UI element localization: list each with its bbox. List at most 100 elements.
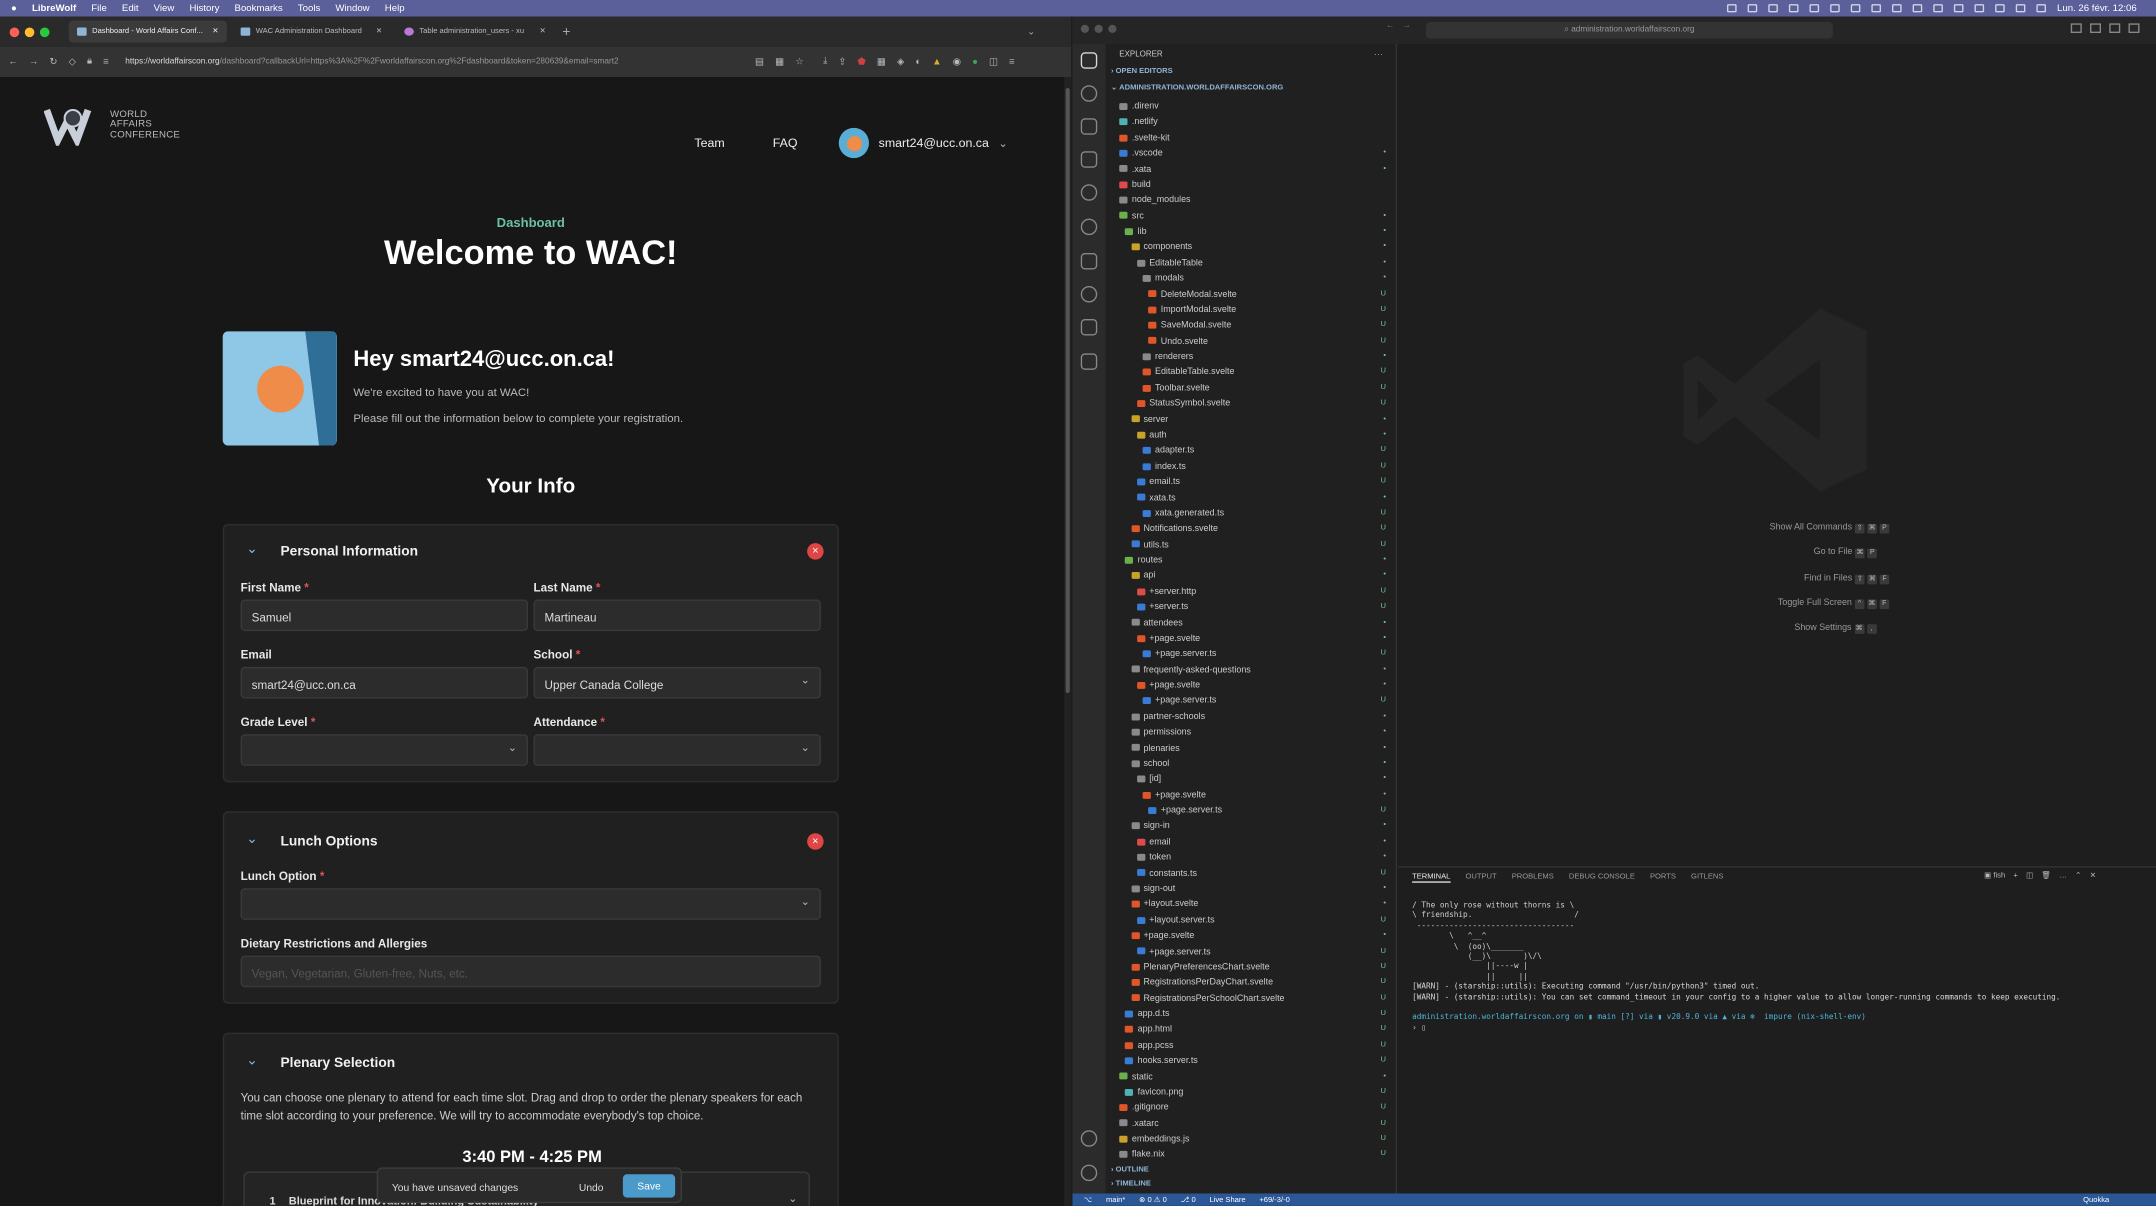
tree-item[interactable]: .vscode • xyxy=(1106,146,1398,161)
tree-item[interactable]: +page.server.ts U xyxy=(1106,694,1398,709)
status-icon[interactable] xyxy=(1995,4,2005,13)
tree-item[interactable]: embeddings.js U xyxy=(1106,1132,1398,1147)
status-icon[interactable] xyxy=(1933,4,1943,13)
search-icon[interactable] xyxy=(1080,85,1098,102)
browser-tab-admin[interactable]: WAC Administration Dashboard ✕ xyxy=(232,21,390,43)
close-window-button[interactable] xyxy=(1080,24,1089,33)
tab-close-icon[interactable]: ✕ xyxy=(212,28,218,36)
tree-item[interactable]: Undo.svelte U xyxy=(1106,334,1398,349)
zoom-window-button[interactable] xyxy=(1108,24,1117,33)
comments-icon[interactable] xyxy=(1080,353,1098,370)
status-icon[interactable] xyxy=(1727,4,1737,13)
shortcut-item[interactable]: Toggle Full Screen ^ ⌘ F xyxy=(1778,598,2053,609)
back-icon[interactable]: ← xyxy=(8,57,18,67)
tree-item[interactable]: index.ts U xyxy=(1106,459,1398,474)
extensions-icon[interactable]: ◫ xyxy=(989,56,998,68)
git-diff-stats[interactable]: +69/-3/-0 xyxy=(1259,1196,1289,1204)
tree-item[interactable]: sign-out • xyxy=(1106,881,1398,896)
tree-item[interactable]: [id] • xyxy=(1106,772,1398,787)
toggle-sidebar-icon[interactable] xyxy=(2070,23,2082,33)
tree-item[interactable]: PlenaryPreferencesChart.svelte U xyxy=(1106,960,1398,975)
shield-icon[interactable]: ◇ xyxy=(69,56,76,68)
tree-item[interactable]: app.d.ts U xyxy=(1106,1007,1398,1022)
status-icon[interactable] xyxy=(1788,4,1799,13)
tree-item[interactable]: +layout.svelte • xyxy=(1106,897,1398,912)
tree-item[interactable]: RegistrationsPerDayChart.svelte U xyxy=(1106,975,1398,990)
gear-icon[interactable] xyxy=(1080,1164,1098,1182)
status-icon[interactable] xyxy=(1953,4,1964,13)
tab-terminal[interactable]: TERMINAL xyxy=(1412,873,1451,883)
extensions-grid-icon[interactable]: ▦ xyxy=(877,56,886,68)
status-icon[interactable] xyxy=(1747,4,1758,13)
tree-item[interactable]: xata.generated.ts U xyxy=(1106,506,1398,521)
tree-item[interactable]: .gitignore U xyxy=(1106,1100,1398,1115)
terminal-output[interactable]: / The only rose without thorns is \ \ fri… xyxy=(1412,902,2141,1034)
extension-icon[interactable]: ◈ xyxy=(897,56,904,68)
problems-count[interactable]: ⊗ 0 ⚠ 0 xyxy=(1139,1196,1167,1204)
shortcut-item[interactable]: Find in Files ⇧ ⌘ F xyxy=(1804,573,2079,584)
qr-icon[interactable]: ▦ xyxy=(775,56,784,68)
menu-edit[interactable]: Edit xyxy=(122,3,139,13)
shortcut-item[interactable]: Show All Commands ⇧ ⌘ P xyxy=(1770,523,2045,534)
anchor-icon[interactable] xyxy=(1080,184,1098,201)
tab-gitlens[interactable]: GITLENS xyxy=(1691,873,1723,883)
more-actions-icon[interactable]: … xyxy=(1374,48,1384,58)
tree-item[interactable]: flake.nix U xyxy=(1106,1147,1398,1162)
apple-icon[interactable]: ● xyxy=(11,3,17,13)
shortcut-item[interactable]: Show Settings ⌘, xyxy=(1794,623,2069,635)
collapse-chevron-icon[interactable]: ⌄ xyxy=(246,832,258,847)
chevron-down-icon[interactable]: ⌄ xyxy=(788,1192,797,1204)
status-icon[interactable] xyxy=(1912,4,1923,13)
share-icon[interactable]: ⇪ xyxy=(838,56,846,68)
tree-item[interactable]: token • xyxy=(1106,850,1398,865)
tree-item[interactable]: auth • xyxy=(1106,428,1398,443)
tree-item[interactable]: EditableTable • xyxy=(1106,255,1398,270)
tree-item[interactable]: RegistrationsPerSchoolChart.svelte U xyxy=(1106,991,1398,1006)
shortcut-item[interactable]: Go to File ⌘ P xyxy=(1814,548,2089,559)
wac-logo[interactable]: WORLD AFFAIRS CONFERENCE xyxy=(44,105,180,146)
extensions-icon[interactable] xyxy=(1080,151,1098,168)
first-name-input[interactable]: Samuel xyxy=(240,599,528,632)
status-icon[interactable] xyxy=(1974,4,1985,13)
tree-item[interactable]: .xatarc U xyxy=(1106,1116,1398,1131)
extension-icon[interactable]: ◉ xyxy=(953,56,961,68)
tree-item[interactable]: app.html U xyxy=(1106,1022,1398,1037)
tree-item[interactable]: Toolbar.svelte U xyxy=(1106,381,1398,396)
tab-debug-console[interactable]: DEBUG CONSOLE xyxy=(1569,873,1635,883)
tree-item[interactable]: +layout.server.ts U xyxy=(1106,913,1398,928)
tree-item[interactable]: modals • xyxy=(1106,271,1398,286)
remove-section-button[interactable]: × xyxy=(807,543,824,560)
extension-icon[interactable]: ▲ xyxy=(932,57,942,67)
school-select[interactable]: Upper Canada College ⌄ xyxy=(533,666,821,699)
remote-icon[interactable]: ⌥ xyxy=(1084,1196,1093,1204)
new-tab-icon[interactable]: + xyxy=(562,24,570,39)
tree-item[interactable]: sign-in • xyxy=(1106,819,1398,834)
tree-item[interactable]: node_modules xyxy=(1106,193,1398,208)
grade-level-select[interactable]: ⌄ xyxy=(240,734,528,766)
tab-close-icon[interactable]: ✕ xyxy=(376,28,382,36)
tree-item[interactable]: +page.svelte • xyxy=(1106,631,1398,646)
new-terminal-icon[interactable]: + xyxy=(2013,872,2017,880)
minimize-window-button[interactable] xyxy=(24,26,35,37)
browser-tab-table[interactable]: Table administration_users - xu ✕ xyxy=(396,21,554,43)
status-icon[interactable] xyxy=(1850,4,1861,13)
dietary-input[interactable]: Vegan, Vegetarian, Gluten-free, Nuts, et… xyxy=(240,955,821,988)
tree-item[interactable]: +page.server.ts U xyxy=(1106,803,1398,818)
tree-item[interactable]: DeleteModal.svelte U xyxy=(1106,287,1398,302)
tab-close-icon[interactable]: ✕ xyxy=(540,28,546,36)
tree-item[interactable]: ImportModal.svelte U xyxy=(1106,302,1398,317)
tab-output[interactable]: OUTPUT xyxy=(1465,873,1496,883)
menu-tools[interactable]: Tools xyxy=(298,3,320,13)
status-icon[interactable] xyxy=(2036,4,2046,13)
tab-ports[interactable]: PORTS xyxy=(1650,873,1676,883)
workspace-root[interactable]: ⌄ ADMINISTRATION.WORLDAFFAIRSCON.ORG xyxy=(1111,84,1283,92)
tree-item[interactable]: frequently-asked-questions • xyxy=(1106,662,1398,677)
status-icon[interactable] xyxy=(1892,4,1902,13)
status-icon[interactable] xyxy=(1809,4,1820,13)
tree-item[interactable]: email • xyxy=(1106,834,1398,849)
quokka-status[interactable]: Quokka xyxy=(2083,1196,2109,1204)
tab-problems[interactable]: PROBLEMS xyxy=(1512,873,1554,883)
browser-tab-dashboard[interactable]: Dashboard - World Affairs Conf... ✕ xyxy=(68,20,227,43)
gitlens-icon[interactable] xyxy=(1080,286,1098,303)
tree-item[interactable]: adapter.ts U xyxy=(1106,443,1398,458)
